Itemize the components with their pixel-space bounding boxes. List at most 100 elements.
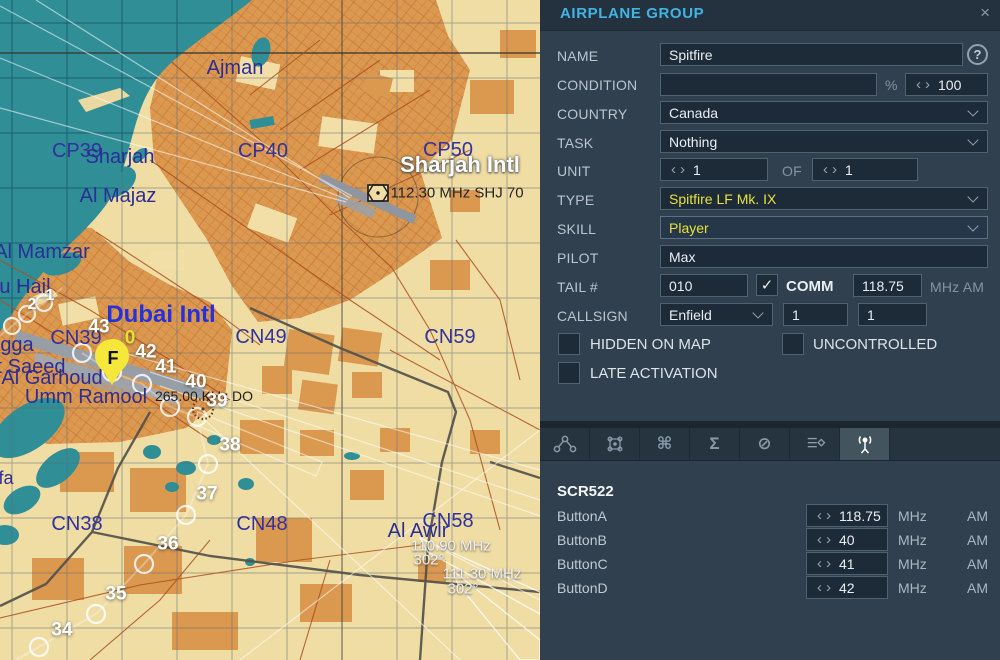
callsign-number-input[interactable]: 1: [858, 303, 927, 326]
map-label-ajman: Ajman: [206, 57, 264, 79]
map-label-ils1-crs: 302°: [413, 551, 445, 569]
map-label-cn59: CN59: [424, 326, 476, 348]
tab-payload[interactable]: [790, 428, 840, 460]
uncontrolled-label: UNCONTROLLED: [813, 336, 938, 353]
increment-icon[interactable]: ›: [830, 162, 839, 177]
panel-header: AIRPLANE GROUP ×: [540, 0, 1000, 31]
map-label-ils2-crs: 302°: [447, 580, 479, 598]
radio-row-label: ButtonC: [557, 556, 608, 572]
callsign-label: CALLSIGN: [557, 308, 628, 324]
buttonB-stepper[interactable]: ‹ › 40: [806, 528, 888, 551]
mhz-label: MHz: [898, 508, 927, 524]
buttonD-stepper[interactable]: ‹ › 42: [806, 576, 888, 599]
map-label-umm-ramool: Umm Ramool: [24, 386, 148, 408]
late-activation-label: LATE ACTIVATION: [590, 365, 718, 382]
decrement-icon[interactable]: ‹: [815, 556, 824, 571]
radio-row-label: ButtonA: [557, 508, 607, 524]
map-label-al-majaz: Al Majaz: [79, 185, 157, 207]
waypoint-39: 39: [206, 390, 228, 412]
mhz-label: MHz: [898, 580, 927, 596]
pilot-label: PILOT: [557, 250, 599, 266]
name-label: NAME: [557, 48, 599, 64]
task-dropdown[interactable]: Nothing: [660, 130, 988, 153]
type-dropdown[interactable]: Spitfire LF Mk. IX: [660, 187, 988, 210]
map-label-edge-west: fa: [0, 468, 14, 488]
decrement-icon[interactable]: ‹: [669, 162, 678, 177]
uncontrolled-checkbox[interactable]: [782, 333, 804, 355]
increment-icon[interactable]: ›: [678, 162, 687, 177]
waypoint-1: 1: [45, 287, 55, 304]
comm-label: COMM: [786, 278, 834, 295]
country-label: COUNTRY: [557, 106, 628, 122]
chevron-down-icon: [967, 134, 979, 146]
condition-percent: %: [885, 77, 898, 93]
failures-icon: ⊘: [757, 434, 772, 453]
am-label: AM: [967, 508, 988, 524]
tab-radio[interactable]: [840, 428, 890, 460]
am-label: AM: [967, 556, 988, 572]
radio-section-title: SCR522: [557, 483, 614, 500]
radio-row-label: ButtonB: [557, 532, 607, 548]
hidden-on-map-label: HIDDEN ON MAP: [590, 336, 711, 353]
unit-total-stepper[interactable]: ‹ › 1: [812, 158, 918, 181]
buttonA-stepper[interactable]: ‹ › 118.75: [806, 504, 888, 527]
country-dropdown[interactable]: Canada: [660, 101, 988, 124]
tab-route[interactable]: [540, 428, 590, 460]
increment-icon[interactable]: ›: [824, 580, 833, 595]
map-label-cn48: CN48: [236, 513, 288, 535]
map-label-al-mamzar: Al Mamzar: [0, 241, 90, 263]
comm-units: MHz AM: [930, 279, 985, 295]
chevron-down-icon: [967, 105, 979, 117]
condition-stepper[interactable]: ‹ › 100: [905, 73, 988, 96]
increment-icon[interactable]: ›: [824, 508, 833, 523]
waypoint-36: 36: [157, 533, 179, 555]
buttonC-stepper[interactable]: ‹ › 41: [806, 552, 888, 575]
decrement-icon[interactable]: ‹: [914, 77, 923, 92]
hidden-on-map-checkbox[interactable]: [558, 333, 580, 355]
name-input[interactable]: Spitfire: [660, 43, 963, 66]
vor-symbol: [367, 184, 389, 202]
increment-icon[interactable]: ›: [824, 556, 833, 571]
decrement-icon[interactable]: ‹: [815, 580, 824, 595]
increment-icon[interactable]: ›: [824, 532, 833, 547]
increment-icon[interactable]: ›: [923, 77, 932, 92]
tab-zone[interactable]: [590, 428, 640, 460]
pilot-input[interactable]: Max: [660, 245, 988, 268]
waypoint-35: 35: [105, 583, 127, 605]
airplane-group-panel: AIRPLANE GROUP × NAME Spitfire ? CONDITI…: [540, 0, 1000, 660]
decrement-icon[interactable]: ‹: [821, 162, 830, 177]
payload-icon: [804, 435, 826, 453]
tab-failures[interactable]: ⊘: [740, 428, 790, 460]
callsign-dropdown[interactable]: Enfield: [660, 303, 773, 326]
tab-summary[interactable]: Σ: [690, 428, 740, 460]
tab-actions[interactable]: ⌘: [640, 428, 690, 460]
decrement-icon[interactable]: ‹: [815, 508, 824, 523]
map-label-cn38: CN38: [51, 513, 103, 535]
skill-dropdown[interactable]: Player: [660, 216, 988, 239]
am-label: AM: [967, 580, 988, 596]
condition-input[interactable]: [660, 73, 877, 96]
unit-count-stepper[interactable]: ‹ › 1: [660, 158, 768, 181]
tail-input[interactable]: 010: [660, 274, 748, 297]
chevron-down-icon: [967, 220, 979, 232]
waypoint-34: 34: [51, 619, 73, 641]
actions-icon: ⌘: [656, 434, 673, 453]
skill-label: SKILL: [557, 221, 597, 237]
help-button[interactable]: ?: [967, 44, 988, 65]
map-label-cp40: CP40: [237, 140, 289, 162]
comm-checkbox[interactable]: ✓: [756, 274, 778, 296]
waypoint-2: 2: [27, 296, 37, 313]
group-pin-letter: F: [107, 348, 119, 368]
decrement-icon[interactable]: ‹: [815, 532, 824, 547]
map-label-dubai-intl: Dubai Intl: [106, 301, 216, 328]
chevron-down-icon: [752, 307, 764, 319]
summary-icon: Σ: [709, 434, 720, 453]
waypoint-37: 37: [196, 483, 218, 505]
comm-freq-input[interactable]: 118.75: [853, 274, 922, 297]
late-activation-checkbox[interactable]: [558, 362, 580, 384]
zone-icon: [605, 434, 625, 454]
callsign-flight-input[interactable]: 1: [783, 303, 848, 326]
map-canvas[interactable]: Ajman CP39 Sharjah CP40 CP50 Sharjah Int…: [0, 0, 540, 660]
tab-strip-divider: [540, 421, 1000, 428]
close-icon[interactable]: ×: [980, 3, 990, 23]
